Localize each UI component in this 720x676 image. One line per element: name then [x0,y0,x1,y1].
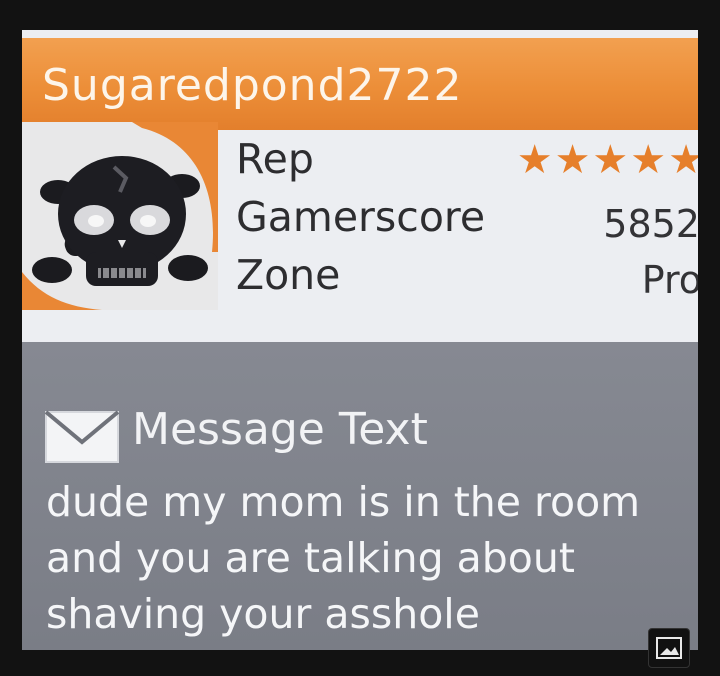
gamer-card: Sugaredpond2722 Rep Gamerscore Zone ★★★★… [22,30,698,342]
message-title: Message Text [132,404,428,455]
skull-icon [22,122,218,310]
message-line: dude my mom is in the room [46,478,641,526]
avatar [22,122,218,310]
zone-value: Pro [641,258,698,302]
gamerscore-value: 5852 [603,202,698,246]
xbox-screen: Sugaredpond2722 Rep Gamerscore Zone ★★★★… [22,30,698,650]
rep-stars: ★★★★★ [516,137,698,183]
image-view-icon [656,637,682,659]
message-line: and you are talking about [46,534,575,582]
message-body: dude my mom is in the room and you are t… [46,474,686,642]
gamertag: Sugaredpond2722 [42,60,463,111]
image-view-button[interactable] [648,628,690,668]
envelope-icon [44,410,120,463]
stat-values: ★★★★★ 5852 Pro [422,130,698,304]
gamertag-bar: Sugaredpond2722 [22,38,698,130]
message-line: shaving your asshole [46,590,480,638]
message-panel: Message Text dude my mom is in the room … [22,342,698,650]
